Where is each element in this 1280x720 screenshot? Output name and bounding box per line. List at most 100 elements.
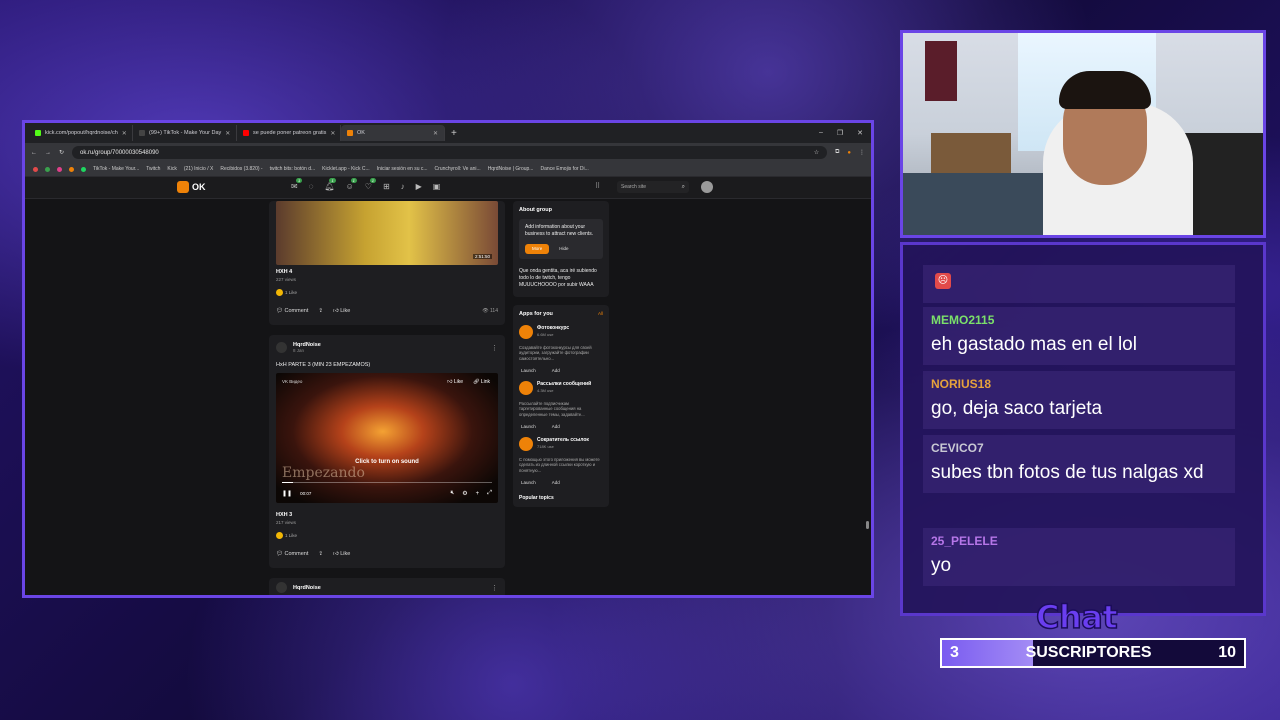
menu-icon[interactable]: ⋮ xyxy=(859,149,865,156)
comment-button[interactable]: 💬︎ Comment xyxy=(276,551,308,557)
video-duration: 2:51:50 xyxy=(472,254,492,259)
share-icon[interactable]: ⇪ xyxy=(318,551,323,557)
more-options-icon[interactable]: ⋮ xyxy=(491,344,498,352)
guests-icon[interactable]: ☺ 1 xyxy=(346,178,357,191)
likes-summary[interactable]: 1 Like xyxy=(276,532,498,539)
link-shortener-icon[interactable] xyxy=(519,436,533,451)
author-avatar[interactable] xyxy=(276,582,287,593)
tab-tiktok[interactable]: (99+) TikTok - Make Your Day ✕ xyxy=(133,125,237,141)
tab-kick[interactable]: kick.com/popout/hqrdnoise/ch ✕ xyxy=(29,125,133,141)
games-icon[interactable]: ▣ xyxy=(433,182,441,191)
launch-button[interactable]: Launch xyxy=(521,480,536,485)
bookmark-item[interactable]: TikTok - Make Your... xyxy=(93,166,139,172)
chat-header-row: ☹ xyxy=(923,265,1235,303)
site-search-input[interactable]: Search site ⌕ xyxy=(617,181,689,193)
settings-icon[interactable]: ⚙ xyxy=(462,490,467,497)
bookmark-item[interactable]: Twitch xyxy=(146,166,160,172)
bookmark-item[interactable]: Iniciar sesión en su c... xyxy=(377,166,428,172)
close-tab-icon[interactable]: ✕ xyxy=(330,130,335,137)
ok-logo[interactable]: OK xyxy=(177,181,206,193)
video-title[interactable]: HXH 4 xyxy=(276,269,498,275)
mute-icon[interactable]: 🔇︎ xyxy=(451,490,455,497)
bookmark-item[interactable]: Crunchyroll: Ve ani... xyxy=(435,166,481,172)
bookmark-icon[interactable] xyxy=(57,166,62,172)
tab-label: kick.com/popout/hqrdnoise/ch xyxy=(45,130,118,136)
hide-button[interactable]: Hide xyxy=(559,246,568,252)
bookmark-item[interactable]: HqrdNoise | Group... xyxy=(488,166,534,172)
likes-icon[interactable]: ♡ 1 xyxy=(365,178,377,191)
scrollbar-thumb[interactable] xyxy=(866,521,869,529)
likes-summary[interactable]: 1 Like xyxy=(276,289,498,296)
likes-badge: 1 xyxy=(369,178,377,183)
bookmark-icon[interactable] xyxy=(45,166,50,172)
video-thumbnail[interactable]: 2:51:50 xyxy=(276,201,498,265)
fullscreen-icon[interactable]: ⤢ xyxy=(487,490,492,497)
app-name[interactable]: Рассылки сообщений xyxy=(537,381,591,387)
video-icon[interactable]: ▶ xyxy=(416,182,422,191)
views-counter: 👁︎ 114 xyxy=(482,308,498,314)
forward-icon[interactable]: → xyxy=(45,150,51,156)
tab-youtube[interactable]: se puede poner patreon gratis ✕ xyxy=(237,125,341,141)
user-avatar[interactable] xyxy=(701,181,713,193)
more-button[interactable]: More xyxy=(525,243,550,254)
more-options-icon[interactable]: ⋮ xyxy=(491,584,498,592)
app-name[interactable]: Фотоконкурс xyxy=(537,325,569,331)
minimize-icon[interactable]: – xyxy=(819,129,823,137)
add-button[interactable]: Add xyxy=(552,424,560,429)
tab-ok[interactable]: OK ✕ xyxy=(341,125,445,141)
messages-icon[interactable]: ✉ 1 xyxy=(291,178,303,191)
address-bar[interactable]: ok.ru/group/70000030548090 ☆ xyxy=(72,146,828,159)
profile-icon[interactable]: ● xyxy=(847,150,851,156)
video-link-button[interactable]: 🔗︎ Link xyxy=(473,379,490,385)
notifications-icon[interactable]: 🔔︎ 1 xyxy=(324,178,336,191)
video-player[interactable]: VK Видео 👍︎ Like 🔗︎ Link Empezando Click… xyxy=(276,373,498,503)
add-icon[interactable]: + xyxy=(476,491,480,497)
share-icon[interactable]: ⇪ xyxy=(318,308,323,314)
chat-text: subes tbn fotos de tus nalgas xd xyxy=(931,462,1204,483)
launch-button[interactable]: Launch xyxy=(521,368,536,373)
author-name[interactable]: HqrdNoise xyxy=(293,585,321,591)
bookmark-icon[interactable] xyxy=(33,166,38,172)
bookmark-item[interactable]: Kicklet.app - Kick C... xyxy=(322,166,370,172)
video-progress-bar[interactable] xyxy=(282,482,492,483)
close-tab-icon[interactable]: ✕ xyxy=(225,130,230,137)
mailing-icon[interactable] xyxy=(519,380,533,395)
new-tab-button[interactable]: + xyxy=(451,128,457,139)
reload-icon[interactable]: ↻ xyxy=(59,149,64,156)
page-scrollbar[interactable] xyxy=(866,201,869,571)
pause-icon[interactable]: ❚❚ xyxy=(282,490,292,497)
maximize-icon[interactable]: ❐ xyxy=(837,129,843,137)
author-avatar[interactable] xyxy=(276,342,287,353)
apps-all-link[interactable]: All xyxy=(598,311,603,317)
bookmark-item[interactable]: Recibidos (3.820) - xyxy=(220,166,262,172)
bookmark-item[interactable]: Kick xyxy=(167,166,176,172)
add-button[interactable]: Add xyxy=(552,480,560,485)
app-users: 718K use xyxy=(537,443,554,449)
video-like-button[interactable]: 👍︎ Like xyxy=(447,379,463,385)
gifts-icon[interactable]: ⊞ xyxy=(383,182,390,191)
launch-button[interactable]: Launch xyxy=(521,424,536,429)
like-button[interactable]: 👍︎ Like xyxy=(333,308,350,314)
like-emoji-icon xyxy=(276,532,283,539)
apps-grid-icon[interactable]: ⠿ xyxy=(595,182,600,190)
bookmark-item[interactable]: (21) Inicio / X xyxy=(184,166,213,172)
video-title[interactable]: HXH 3 xyxy=(276,512,498,518)
back-icon[interactable]: ← xyxy=(31,150,37,156)
bookmark-item[interactable]: Dance Emojis for Di... xyxy=(540,166,588,172)
app-name[interactable]: Сократитель ссылок xyxy=(537,437,589,443)
music-icon[interactable]: ♪ xyxy=(401,182,405,191)
photo-contest-icon[interactable] xyxy=(519,324,533,339)
close-window-icon[interactable]: ✕ xyxy=(857,129,863,137)
comment-button[interactable]: 💬︎ Comment xyxy=(276,308,308,314)
bookmark-item[interactable]: twitch bits: botón d... xyxy=(270,166,316,172)
close-tab-icon[interactable]: ✕ xyxy=(122,130,127,137)
like-button[interactable]: 👍︎ Like xyxy=(333,551,350,557)
bookmark-icon[interactable] xyxy=(69,166,74,172)
add-button[interactable]: Add xyxy=(552,368,560,373)
bookmark-icon[interactable] xyxy=(81,166,86,172)
extensions-icon[interactable]: ⧉ xyxy=(835,149,839,156)
turn-on-sound-prompt[interactable]: Click to turn on sound xyxy=(276,459,498,465)
star-icon[interactable]: ☆ xyxy=(814,149,819,156)
close-tab-icon[interactable]: ✕ xyxy=(433,130,438,137)
discussions-icon[interactable]: ◌ xyxy=(309,182,314,191)
